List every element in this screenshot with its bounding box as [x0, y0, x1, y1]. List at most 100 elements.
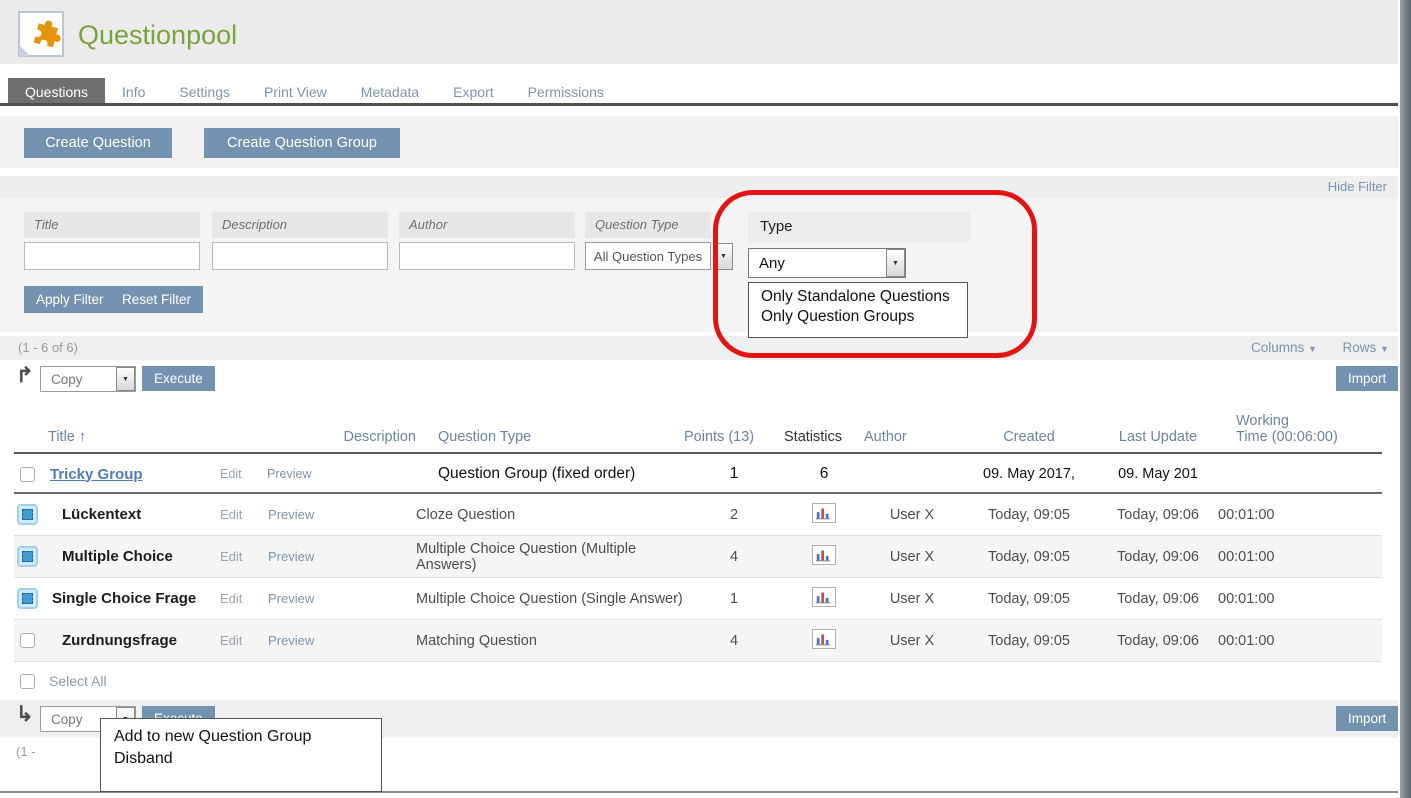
columns-menu[interactable]: Columns — [1251, 340, 1304, 355]
table-header-row: Title ↑ Description Question Type Points… — [14, 400, 1382, 454]
type-select[interactable]: Any ▼ — [748, 248, 906, 278]
column-header-author[interactable]: Author — [864, 429, 960, 445]
bulk-action-select-top[interactable]: Copy ▼ — [40, 366, 136, 392]
column-header-working-time[interactable]: Working Time (00:06:00) — [1218, 413, 1382, 445]
created-cell: 09. May 2017, — [960, 466, 1098, 482]
statistics-chart-icon[interactable] — [812, 503, 836, 523]
column-header-question-type[interactable]: Question Type — [416, 429, 684, 445]
create-question-button[interactable]: Create Question — [24, 128, 172, 158]
row-checkbox-checked[interactable] — [17, 504, 38, 525]
preview-link[interactable]: Preview — [268, 507, 314, 522]
bottom-range-label: (1 - — [16, 744, 36, 759]
tab-questions[interactable]: Questions — [8, 78, 105, 106]
question-group-title-link[interactable]: Tricky Group — [48, 466, 208, 483]
statistics-cell: 6 — [784, 465, 864, 483]
preview-link[interactable]: Preview — [268, 633, 314, 648]
create-question-group-button[interactable]: Create Question Group — [204, 128, 400, 158]
tab-print-view[interactable]: Print View — [247, 78, 344, 106]
question-type-cell: Multiple Choice Question (Single Answer) — [416, 591, 684, 607]
preview-link[interactable]: Preview — [267, 467, 311, 481]
rows-menu[interactable]: Rows — [1343, 340, 1377, 355]
type-option-standalone[interactable]: Only Standalone Questions — [749, 287, 967, 307]
table-view-controls: Columns ▼ Rows ▼ — [1251, 340, 1389, 355]
working-time-cell: 00:01:00 — [1218, 591, 1382, 607]
range-band — [0, 336, 1398, 360]
filter-description-input[interactable] — [212, 242, 388, 270]
table-row: Multiple Choice Edit Preview Multiple Ch… — [14, 536, 1382, 578]
checkbox-selection-mark — [22, 551, 33, 562]
bulk-action-open-menu: Add to new Question Group Disband — [100, 718, 382, 792]
row-checkbox-checked[interactable] — [17, 588, 38, 609]
tab-metadata[interactable]: Metadata — [344, 78, 436, 106]
last-update-cell: 09. May 201 — [1098, 466, 1218, 482]
edit-link[interactable]: Edit — [220, 549, 242, 564]
preview-link[interactable]: Preview — [268, 549, 314, 564]
column-header-statistics[interactable]: Statistics — [784, 429, 864, 445]
vertical-scrollbar[interactable] — [1400, 0, 1411, 798]
result-range-label: (1 - 6 of 6) — [18, 340, 78, 355]
question-type-cell: Cloze Question — [416, 507, 684, 523]
created-cell: Today, 09:05 — [960, 591, 1098, 607]
select-all-label: Select All — [49, 673, 107, 689]
preview-link[interactable]: Preview — [268, 591, 314, 606]
menu-item-disband[interactable]: Disband — [101, 748, 381, 770]
tab-bar: Questions Info Settings Print View Metad… — [8, 78, 621, 106]
statistics-chart-icon[interactable] — [812, 587, 836, 607]
select-all-checkbox[interactable] — [20, 674, 35, 689]
question-type-select[interactable]: All Question Types — [585, 242, 711, 270]
table-row: Zurdnungsfrage Edit Preview Matching Que… — [14, 620, 1382, 662]
type-select-value: Any — [749, 255, 886, 272]
column-header-created[interactable]: Created — [960, 429, 1098, 445]
points-cell: 4 — [684, 633, 784, 649]
bulk-action-arrow-icon-top[interactable]: ▼ — [116, 367, 135, 391]
column-header-title[interactable]: Title ↑ — [48, 429, 208, 445]
questionpool-page: Questionpool Questions Info Settings Pri… — [0, 0, 1411, 798]
tab-info[interactable]: Info — [105, 78, 162, 106]
hide-filter-link[interactable]: Hide Filter — [1328, 179, 1387, 194]
table-row: Single Choice Frage Edit Preview Multipl… — [14, 578, 1382, 620]
filter-title-input[interactable] — [24, 242, 200, 270]
sort-ascending-icon[interactable]: ↑ — [79, 429, 86, 445]
points-cell: 1 — [684, 591, 784, 607]
question-type-cell: Multiple Choice Question (Multiple Answe… — [416, 541, 684, 573]
row-checkbox-checked[interactable] — [17, 546, 38, 567]
import-button-bottom[interactable]: Import — [1336, 706, 1398, 731]
type-option-groups[interactable]: Only Question Groups — [749, 307, 967, 327]
edit-link[interactable]: Edit — [220, 467, 242, 481]
row-checkbox[interactable] — [20, 633, 35, 648]
edit-link[interactable]: Edit — [220, 633, 242, 648]
type-options-list: Only Standalone Questions Only Question … — [748, 282, 968, 338]
question-type-value: All Question Types — [586, 249, 710, 264]
column-header-last-update[interactable]: Last Update — [1098, 429, 1218, 445]
rows-caret-icon[interactable]: ▼ — [1380, 344, 1389, 354]
filter-author-input[interactable] — [399, 242, 575, 270]
filter-author-label: Author — [399, 212, 575, 238]
row-checkbox[interactable] — [20, 467, 35, 482]
tab-permissions[interactable]: Permissions — [511, 78, 621, 106]
checkbox-selection-mark — [22, 593, 33, 604]
statistics-chart-icon[interactable] — [812, 629, 836, 649]
tab-settings[interactable]: Settings — [162, 78, 247, 106]
table-row: Lückentext Edit Preview Cloze Question 2… — [14, 494, 1382, 536]
column-header-points[interactable]: Points (13) — [684, 429, 784, 445]
import-button-top[interactable]: Import — [1336, 366, 1398, 391]
menu-item-add-to-new-question-group[interactable]: Add to new Question Group — [101, 726, 381, 748]
points-cell: 2 — [684, 507, 784, 523]
question-type-dropdown-arrow-icon[interactable]: ▼ — [714, 243, 733, 270]
question-title: Lückentext — [48, 506, 208, 523]
edit-link[interactable]: Edit — [220, 507, 242, 522]
working-time-cell: 00:01:00 — [1218, 633, 1382, 649]
column-header-description[interactable]: Description — [326, 429, 416, 445]
reset-filter-button[interactable]: Reset Filter — [110, 286, 203, 313]
tab-export[interactable]: Export — [436, 78, 510, 106]
author-cell: User X — [864, 507, 960, 523]
filter-title-label: Title — [24, 212, 200, 238]
columns-caret-icon[interactable]: ▼ — [1308, 344, 1317, 354]
points-cell: 4 — [684, 549, 784, 565]
table-body: Tricky Group Edit Preview Question Group… — [14, 456, 1382, 700]
apply-filter-button[interactable]: Apply Filter — [24, 286, 116, 313]
execute-button-top[interactable]: Execute — [142, 366, 215, 391]
edit-link[interactable]: Edit — [220, 591, 242, 606]
type-dropdown-arrow-icon[interactable]: ▼ — [886, 249, 905, 277]
statistics-chart-icon[interactable] — [812, 545, 836, 565]
